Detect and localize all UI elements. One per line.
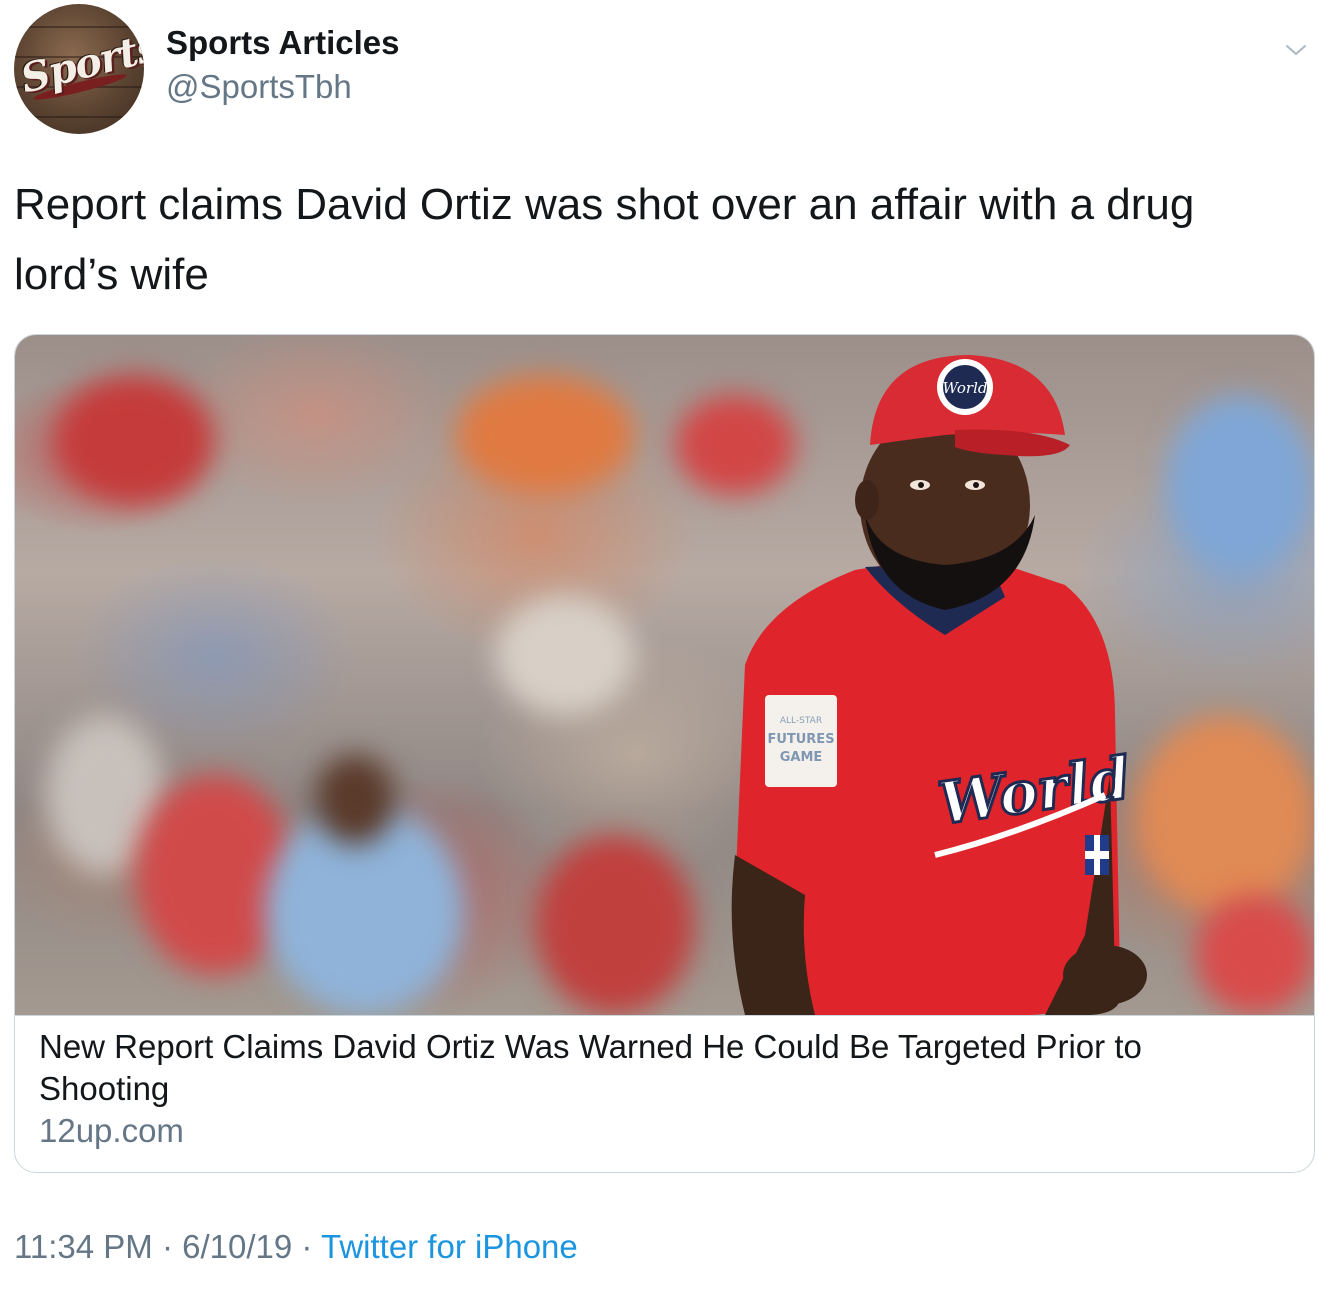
tweet-time[interactable]: 11:34 PM (14, 1228, 153, 1265)
tweet-date[interactable]: 6/10/19 (182, 1228, 292, 1265)
player-figure: World ALL-STAR FUTURES GAME World (731, 355, 1147, 1015)
card-info[interactable]: New Report Claims David Ortiz Was Warned… (15, 1015, 1314, 1172)
tweet-source-link[interactable]: Twitter for iPhone (321, 1228, 578, 1265)
avatar-brick-line (14, 116, 144, 118)
link-card[interactable]: World ALL-STAR FUTURES GAME World New Re… (14, 334, 1315, 1173)
user-handle[interactable]: @SportsTbh (166, 68, 352, 106)
crowd-blob (495, 595, 635, 715)
crowd-blob (1165, 395, 1314, 575)
patch-line1: ALL-STAR (780, 716, 822, 726)
crowd-blob (315, 755, 395, 845)
card-domain: 12up.com (39, 1112, 184, 1149)
card-image[interactable]: World ALL-STAR FUTURES GAME World (15, 335, 1314, 1015)
card-title[interactable]: New Report Claims David Ortiz Was Warned… (39, 1026, 1279, 1110)
patch-line2: FUTURES (767, 732, 834, 747)
avatar-brick-line (14, 26, 144, 28)
crowd-blob (535, 835, 695, 1015)
display-name[interactable]: Sports Articles (166, 24, 400, 62)
tweet-header: Sports Sports Articles @SportsTbh (14, 4, 1314, 134)
crowd-blob (1195, 895, 1314, 1015)
avatar[interactable]: Sports (14, 4, 144, 134)
crowd-blob (455, 375, 635, 495)
crowd-blob (55, 375, 215, 505)
patch-line3: GAME (780, 750, 823, 765)
cap-logo-text: World (943, 379, 988, 397)
footer-separator: · (152, 1228, 183, 1265)
tweet-text: Report claims David Ortiz was shot over … (14, 180, 1195, 299)
chevron-down-icon[interactable] (1284, 38, 1308, 62)
tweet-footer: 11:34 PM · 6/10/19 · Twitter for iPhone (14, 1228, 578, 1266)
footer-separator: · (292, 1228, 321, 1265)
